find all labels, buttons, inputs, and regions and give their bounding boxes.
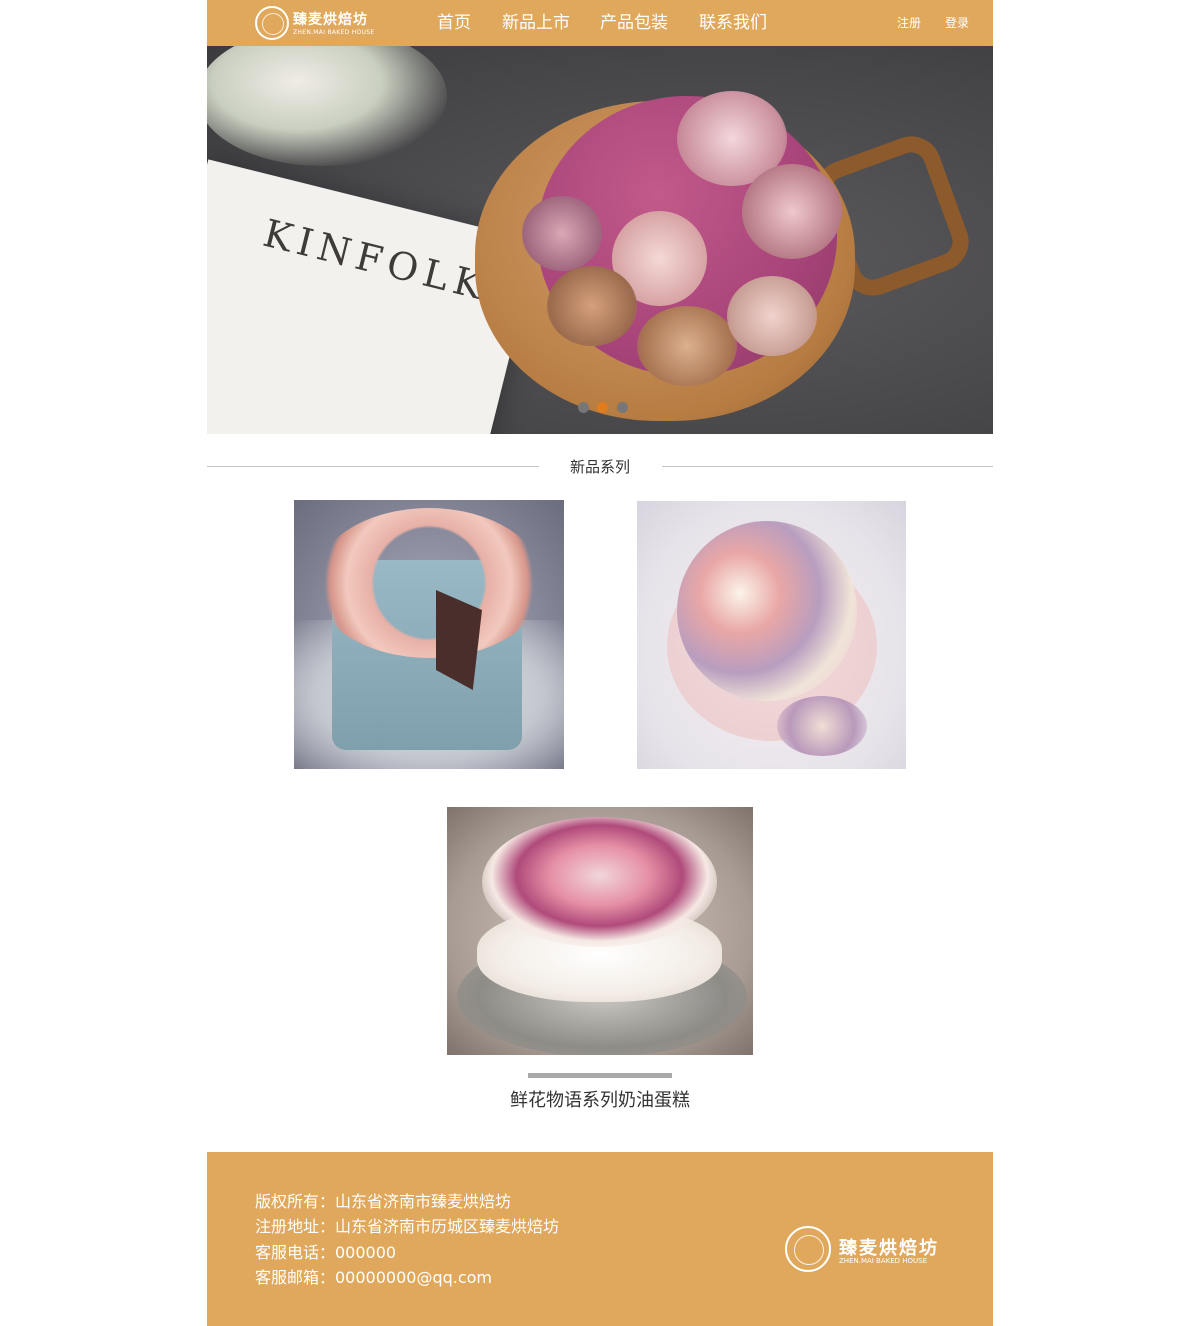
cake-flower <box>522 196 602 271</box>
product-image[interactable] <box>294 500 564 769</box>
nav-home[interactable]: 首页 <box>437 0 471 46</box>
hero-carousel[interactable]: KINFOLK <box>207 46 993 434</box>
cake-flower <box>637 306 737 386</box>
logo-name: 臻麦烘焙坊 <box>293 12 368 28</box>
nav-new-products[interactable]: 新品上市 <box>502 0 570 46</box>
product-image[interactable] <box>447 807 753 1055</box>
carousel-dot[interactable] <box>578 402 589 413</box>
divider-right <box>662 466 993 467</box>
cake-flower <box>742 164 842 259</box>
cake-flower <box>727 276 817 356</box>
logo-badge-icon <box>785 1226 831 1272</box>
product-image[interactable] <box>637 501 906 769</box>
footer: 版权所有：山东省济南市臻麦烘焙坊 注册地址：山东省济南市历城区臻麦烘焙坊 客服电… <box>207 1152 993 1326</box>
logo-subtitle: ZHEN.MAI BAKED HOUSE <box>293 29 375 36</box>
footer-email: 客服邮箱：00000000@qq.com <box>255 1268 493 1287</box>
logo-badge-icon <box>255 6 289 40</box>
section-title: 新品系列 <box>569 458 630 476</box>
rose-wreath <box>314 508 544 658</box>
carousel-dot[interactable] <box>617 402 628 413</box>
nav-contact[interactable]: 联系我们 <box>699 0 767 46</box>
footer-address: 注册地址：山东省济南市历城区臻麦烘焙坊 <box>255 1217 560 1236</box>
top-nav-bar: 臻麦烘焙坊 ZHEN.MAI BAKED HOUSE 首页 新品上市 产品包装 … <box>207 0 993 46</box>
footer-logo-subtitle: ZHEN.MAI BAKED HOUSE <box>839 1257 928 1265</box>
footer-phone: 客服电话：000000 <box>255 1243 397 1262</box>
login-link[interactable]: 登录 <box>945 0 969 46</box>
cake-flower <box>547 266 637 346</box>
edible-flowers <box>482 817 717 947</box>
product-caption: 鲜花物语系列奶油蛋糕 <box>510 1090 690 1111</box>
banner-greenery <box>207 46 447 166</box>
nav-packaging[interactable]: 产品包装 <box>600 0 668 46</box>
register-link[interactable]: 注册 <box>897 0 921 46</box>
footer-logo: 臻麦烘焙坊 ZHEN.MAI BAKED HOUSE <box>785 1226 955 1274</box>
section-heading: 新品系列 <box>207 456 993 478</box>
rose-cluster <box>677 521 857 701</box>
divider-left <box>207 466 539 467</box>
product-scroll-indicator[interactable] <box>528 1073 672 1078</box>
footer-copyright: 版权所有：山东省济南市臻麦烘焙坊 <box>255 1192 512 1211</box>
rose-cluster-small <box>777 696 867 756</box>
carousel-dot-active[interactable] <box>597 402 608 413</box>
site-logo[interactable]: 臻麦烘焙坊 ZHEN.MAI BAKED HOUSE <box>255 4 377 42</box>
